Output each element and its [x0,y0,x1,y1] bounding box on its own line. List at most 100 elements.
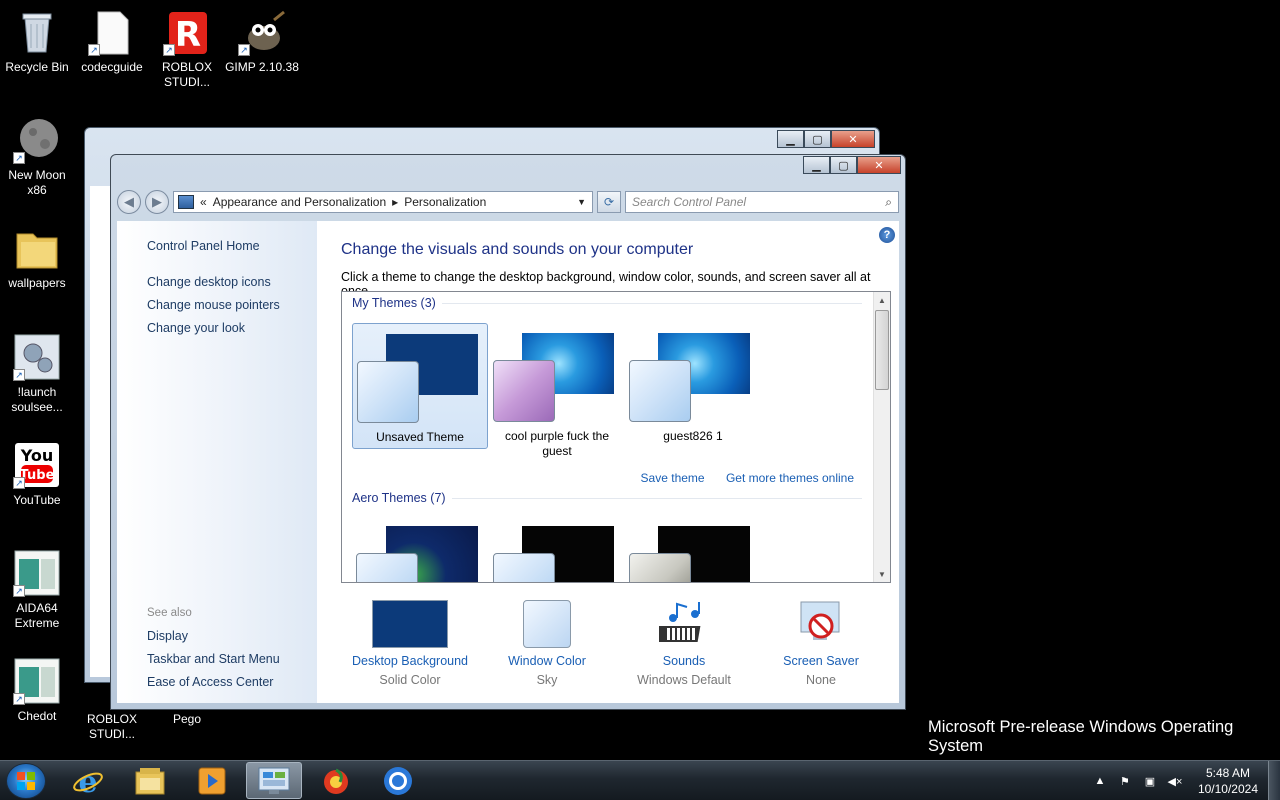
desktop-icon-roblox-studio[interactable]: R ↗ ROBLOX STUDI... [150,8,224,90]
minimize-button[interactable]: ▁ [803,156,830,174]
desktop-icon-recycle-bin[interactable]: Recycle Bin [0,8,74,75]
scroll-thumb[interactable] [875,310,889,390]
taskbar-control-panel[interactable] [246,762,302,799]
svg-text:R: R [175,15,201,55]
clock-time: 5:48 AM [1205,766,1250,780]
prerelease-watermark: Microsoft Pre-release Windows Operating … [928,718,1234,755]
display-link[interactable]: Display [147,625,280,648]
window-content: Control Panel Home Change desktop icons … [117,221,899,703]
desktop-icon-new-moon[interactable]: ↗ New Moon x86 [0,116,74,198]
theme-color-swatch [629,553,691,582]
control-panel-home-link[interactable]: Control Panel Home [147,235,317,258]
desktop-icon-gimp[interactable]: ↗ GIMP 2.10.38 [225,8,299,75]
theme-aero-2[interactable] [489,516,625,582]
taskbar-file-explorer[interactable] [122,762,178,799]
sounds-icon [659,602,701,642]
see-also-section: See also Display Taskbar and Start Menu … [147,602,280,694]
close-button[interactable]: ✕ [857,156,901,174]
shortcut-arrow-icon: ↗ [13,585,25,597]
desktop-icon-chedot[interactable]: ↗ Chedot [0,657,74,724]
address-dropdown-icon[interactable]: ▼ [577,197,586,207]
desktop-icon-codecguide[interactable]: ↗ codecguide [75,8,149,75]
file-explorer-icon [135,767,165,794]
refresh-button[interactable]: ⟳ [597,191,621,213]
change-your-look-link[interactable]: Change your look [147,317,317,340]
screen-saver-icon [800,601,840,640]
sounds-setting[interactable]: Sounds Windows Default [615,599,753,687]
refresh-icon: ⟳ [603,195,615,209]
forward-button[interactable]: ▶ [145,190,169,214]
breadcrumb-separator[interactable]: ▸ [392,195,398,209]
save-theme-link[interactable]: Save theme [641,471,705,485]
close-button[interactable]: ✕ [831,130,875,148]
internet-explorer-icon: e [73,765,103,797]
screen-saver-setting[interactable]: Screen Saver None [752,599,890,687]
taskbar-browser[interactable] [308,762,364,799]
back-button[interactable]: ◀ [117,190,141,214]
theme-unsaved[interactable]: Unsaved Theme [352,323,488,449]
shortcut-arrow-icon: ↗ [238,44,250,56]
breadcrumb-overflow[interactable]: « [200,195,207,209]
taskbar-start-menu-link[interactable]: Taskbar and Start Menu [147,648,280,671]
shortcut-arrow-icon: ↗ [13,369,25,381]
scroll-up-icon[interactable]: ▲ [874,292,890,308]
control-panel-icon [178,195,194,209]
gears-icon: ↗ [13,333,61,381]
taskbar-internet-explorer[interactable]: e [60,762,116,799]
search-icon[interactable]: ⌕ [885,195,892,210]
aero-themes-header[interactable]: Aero Themes (7) [352,491,862,505]
maximize-button[interactable]: ▢ [804,130,831,148]
recycle-bin-icon [13,8,61,56]
chedot-icon: ↗ [13,657,61,705]
windows-logo-icon [17,772,35,790]
desktop-icon-launch-soulsee[interactable]: ↗ !launch soulsee... [0,333,74,415]
breadcrumb-personalization[interactable]: Personalization [404,195,486,209]
left-navigation-pane: Control Panel Home Change desktop icons … [117,221,317,703]
search-input[interactable]: Search Control Panel ⌕ [625,191,899,213]
maximize-button[interactable]: ▢ [830,156,857,174]
window-color-setting[interactable]: Window Color Sky [478,599,616,687]
show-desktop-button[interactable] [1268,761,1280,800]
clock[interactable]: 5:48 AM 10/10/2024 [1198,765,1258,797]
ease-of-access-link[interactable]: Ease of Access Center [147,671,280,694]
show-hidden-icons-icon[interactable]: ▲ [1092,773,1108,789]
address-bar[interactable]: « Appearance and Personalization ▸ Perso… [173,191,593,213]
scroll-down-icon[interactable]: ▼ [874,566,890,582]
youtube-icon: You Tube ↗ [13,441,61,489]
taskbar-chrome[interactable] [370,762,426,799]
action-center-flag-icon[interactable]: ⚑ [1117,773,1133,789]
themes-scrollbar[interactable]: ▲ ▼ [873,292,890,582]
desktop-icon-aida64[interactable]: ↗ AIDA64 Extreme [0,549,74,631]
start-button[interactable] [6,763,46,799]
theme-aero-1[interactable] [352,516,488,582]
personalization-window[interactable]: ▁ ▢ ✕ ◀ ▶ « Appearance and Personalizati… [110,154,906,710]
theme-actions: Save theme Get more themes online [623,471,854,485]
minimize-button[interactable]: ▁ [777,130,804,148]
theme-aero-3[interactable] [625,516,761,582]
search-placeholder: Search Control Panel [632,195,747,209]
breadcrumb-appearance[interactable]: Appearance and Personalization [213,195,386,209]
theme-cool-purple[interactable]: cool purple fuck the guest [489,323,625,458]
desktop-icon-wallpapers[interactable]: wallpapers [0,224,74,291]
change-mouse-pointers-link[interactable]: Change mouse pointers [147,294,317,317]
forward-arrow-icon: ▶ [152,194,162,210]
desktop-icon-roblox-studio-2[interactable]: ROBLOX STUDI... [75,712,149,742]
network-icon[interactable]: ▣ [1142,773,1158,789]
desktop-background-setting[interactable]: Desktop Background Solid Color [341,599,479,687]
get-more-themes-link[interactable]: Get more themes online [726,471,854,485]
change-desktop-icons-link[interactable]: Change desktop icons [147,271,317,294]
my-themes-header[interactable]: My Themes (3) [352,296,862,310]
theme-settings-row: Desktop Background Solid Color Window Co… [341,599,891,689]
main-pane: ? Change the visuals and sounds on your … [317,221,899,703]
theme-guest826[interactable]: guest826 1 [625,323,761,449]
volume-muted-icon[interactable]: ◀× [1167,773,1183,789]
svg-text:e: e [78,765,97,797]
desktop-icon-youtube[interactable]: You Tube ↗ YouTube [0,441,74,508]
shortcut-arrow-icon: ↗ [88,44,100,56]
themes-list[interactable]: My Themes (3) Unsaved Theme cool purple … [341,291,891,583]
taskbar-media-player[interactable] [184,762,240,799]
desktop-icon-pego[interactable]: Pego [150,712,224,727]
help-icon[interactable]: ? [879,227,895,243]
svg-text:You: You [20,446,54,465]
shortcut-arrow-icon: ↗ [163,44,175,56]
